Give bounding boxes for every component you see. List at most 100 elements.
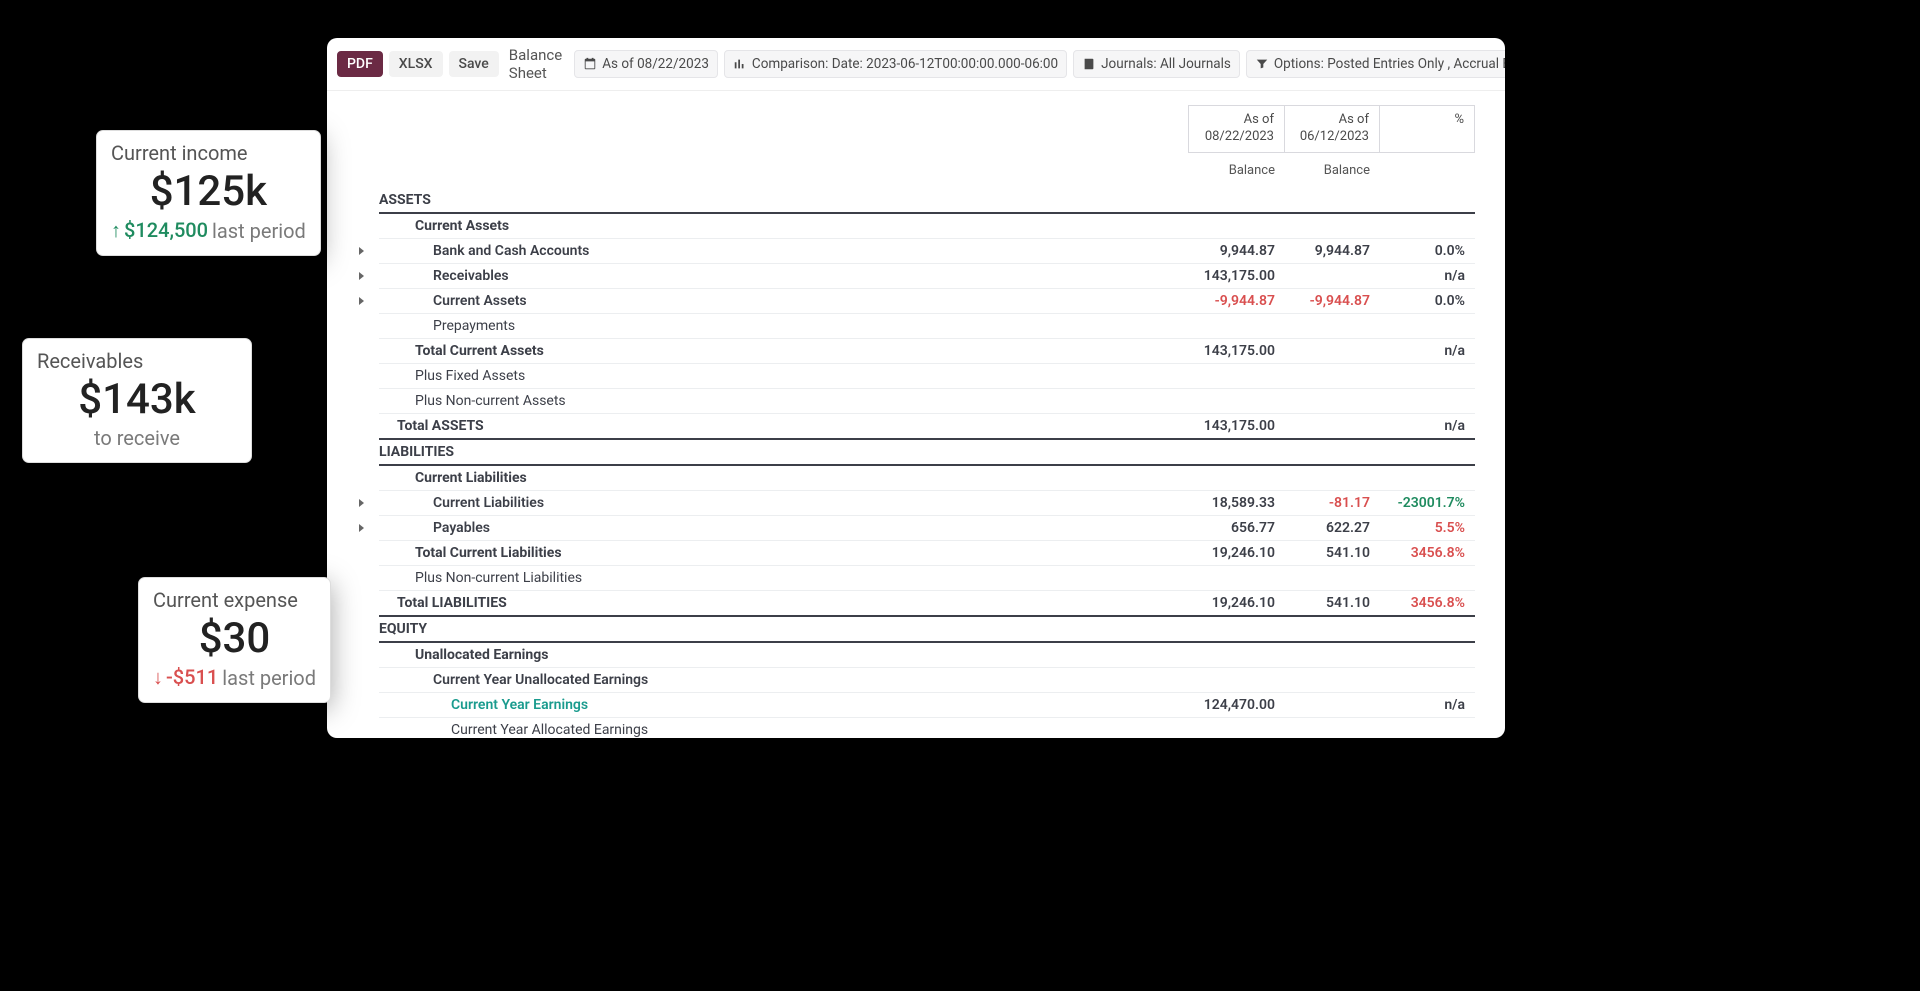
comparison-filter-label: Comparison: Date: 2023-06-12T00:00:00.00… xyxy=(752,56,1058,72)
row-value: 0.0% xyxy=(1380,293,1475,309)
kpi-value: $30 xyxy=(153,614,316,663)
date-filter[interactable]: As of 08/22/2023 xyxy=(574,50,718,78)
report-row: Plus Non-current Assets xyxy=(379,389,1475,414)
report-row: Total LIABILITIES19,246.10541.103456.8% xyxy=(379,591,1475,617)
report-body: As of 08/22/2023 As of 06/12/2023 % Bala… xyxy=(327,91,1505,738)
date-filter-label: As of 08/22/2023 xyxy=(602,56,709,72)
row-label: Current Liabilities xyxy=(379,495,1190,511)
report-rows: ASSETS Current Assets Bank and Cash Accoun… xyxy=(379,188,1475,738)
row-value: 19,246.10 xyxy=(1190,545,1285,561)
kpi-title: Current expense xyxy=(153,588,316,612)
row-value: 124,470.00 xyxy=(1190,697,1285,713)
kpi-receivables: Receivables $143k to receive xyxy=(22,338,252,463)
kpi-foot: last period xyxy=(212,219,306,243)
report-row: Current Year Allocated Earnings xyxy=(379,718,1475,738)
pdf-button[interactable]: PDF xyxy=(337,51,383,77)
report-row: Current Liabilities xyxy=(379,466,1475,491)
row-value: -9,944.87 xyxy=(1285,293,1380,309)
report-row: Current Assets xyxy=(379,214,1475,239)
report-row: Current Year Earnings124,470.00n/a xyxy=(379,693,1475,718)
row-label: Unallocated Earnings xyxy=(379,647,1190,663)
row-label: LIABILITIES xyxy=(379,444,1190,460)
comparison-filter[interactable]: Comparison: Date: 2023-06-12T00:00:00.00… xyxy=(724,50,1067,78)
options-filter-label: Options: Posted Entries Only , Accrual B… xyxy=(1274,56,1505,72)
row-value: 19,246.10 xyxy=(1190,595,1285,611)
row-label: Total LIABILITIES xyxy=(379,595,1190,611)
kpi-value: $143k xyxy=(37,375,237,424)
expand-caret-icon[interactable] xyxy=(359,499,364,507)
report-row[interactable]: Current Assets-9,944.87-9,944.870.0% xyxy=(379,289,1475,314)
row-label: Bank and Cash Accounts xyxy=(379,243,1190,259)
row-value: n/a xyxy=(1380,343,1475,359)
expand-caret-icon[interactable] xyxy=(359,524,364,532)
sub-header: Balance Balance xyxy=(1190,159,1475,182)
report-row: LIABILITIES xyxy=(379,440,1475,466)
row-value: n/a xyxy=(1380,268,1475,284)
column-header: As of 08/22/2023 As of 06/12/2023 % xyxy=(1188,105,1475,153)
kpi-title: Current income xyxy=(111,141,306,165)
row-value: -23001.7% xyxy=(1380,495,1475,511)
report-row[interactable]: Bank and Cash Accounts9,944.879,944.870.… xyxy=(379,239,1475,264)
row-value: 143,175.00 xyxy=(1190,268,1285,284)
report-row: Prepayments xyxy=(379,314,1475,339)
row-label: Current Year Earnings xyxy=(379,697,1190,713)
journals-filter[interactable]: Journals: All Journals xyxy=(1073,50,1240,78)
row-value: n/a xyxy=(1380,418,1475,434)
col1-header: As of 08/22/2023 xyxy=(1189,106,1284,152)
balance-sheet-panel: PDF XLSX Save Balance Sheet As of 08/22/… xyxy=(327,38,1505,738)
report-row[interactable]: Receivables143,175.00n/a xyxy=(379,264,1475,289)
report-row: EQUITY xyxy=(379,617,1475,643)
report-row: Plus Fixed Assets xyxy=(379,364,1475,389)
row-value: 143,175.00 xyxy=(1190,418,1285,434)
report-row: Plus Non-current Liabilities xyxy=(379,566,1475,591)
xlsx-button[interactable]: XLSX xyxy=(389,51,443,77)
kpi-foot: last period xyxy=(222,666,316,690)
report-row[interactable]: Payables656.77622.275.5% xyxy=(379,516,1475,541)
chart-icon xyxy=(733,57,747,71)
report-row: Unallocated Earnings xyxy=(379,643,1475,668)
row-label: Current Liabilities xyxy=(379,470,1190,486)
row-value: 0.0% xyxy=(1380,243,1475,259)
expand-caret-icon[interactable] xyxy=(359,247,364,255)
col3-header: % xyxy=(1379,106,1474,152)
row-value: 541.10 xyxy=(1285,595,1380,611)
row-value: 3456.8% xyxy=(1380,545,1475,561)
row-label: Payables xyxy=(379,520,1190,536)
calendar-icon xyxy=(583,57,597,71)
row-label: Current Year Allocated Earnings xyxy=(379,722,1190,738)
row-label: ASSETS xyxy=(379,192,1190,208)
report-row[interactable]: Current Liabilities18,589.33-81.17-23001… xyxy=(379,491,1475,516)
col2-header: As of 06/12/2023 xyxy=(1284,106,1379,152)
kpi-current-income: Current income $125k $124,500 last perio… xyxy=(96,130,321,256)
kpi-title: Receivables xyxy=(37,349,237,373)
row-label: Plus Non-current Assets xyxy=(379,393,1190,409)
row-label: Total Current Assets xyxy=(379,343,1190,359)
row-value: 541.10 xyxy=(1285,545,1380,561)
expand-caret-icon[interactable] xyxy=(359,297,364,305)
kpi-delta: -$511 xyxy=(153,665,218,690)
expand-caret-icon[interactable] xyxy=(359,272,364,280)
row-label: Prepayments xyxy=(379,318,1190,334)
row-label: EQUITY xyxy=(379,621,1190,637)
save-button[interactable]: Save xyxy=(449,51,499,77)
row-value: 9,944.87 xyxy=(1190,243,1285,259)
journals-filter-label: Journals: All Journals xyxy=(1101,56,1231,72)
report-row: Total Current Liabilities19,246.10541.10… xyxy=(379,541,1475,566)
report-row: Total Current Assets143,175.00 n/a xyxy=(379,339,1475,364)
kpi-value: $125k xyxy=(111,167,306,216)
row-value: 3456.8% xyxy=(1380,595,1475,611)
report-row: Current Year Unallocated Earnings xyxy=(379,668,1475,693)
row-value: 9,944.87 xyxy=(1285,243,1380,259)
kpi-foot: to receive xyxy=(94,426,180,450)
row-value: 143,175.00 xyxy=(1190,343,1285,359)
row-value: 656.77 xyxy=(1190,520,1285,536)
options-filter[interactable]: Options: Posted Entries Only , Accrual B… xyxy=(1246,50,1505,78)
row-label: Current Assets xyxy=(379,218,1190,234)
row-value: -9,944.87 xyxy=(1190,293,1285,309)
row-label: Current Year Unallocated Earnings xyxy=(379,672,1190,688)
row-value: 18,589.33 xyxy=(1190,495,1285,511)
row-label: Total ASSETS xyxy=(379,418,1190,434)
kpi-delta: $124,500 xyxy=(111,218,208,243)
row-value: -81.17 xyxy=(1285,495,1380,511)
book-icon xyxy=(1082,57,1096,71)
